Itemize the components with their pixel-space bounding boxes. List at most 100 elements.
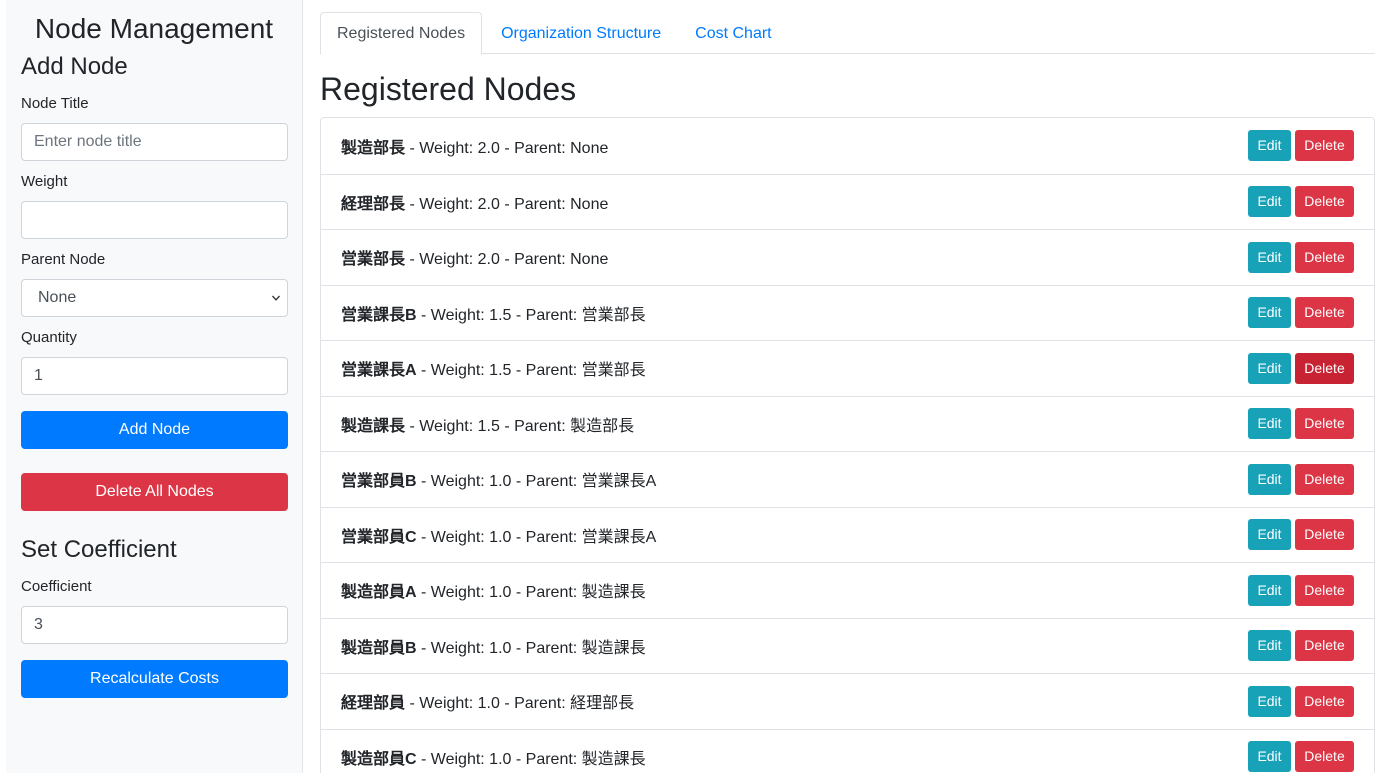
delete-button[interactable]: Delete bbox=[1295, 519, 1354, 551]
node-row: 営業課長B - Weight: 1.5 - Parent: 営業部長 Edit … bbox=[321, 284, 1374, 341]
node-row: 営業部長 - Weight: 2.0 - Parent: None Edit D… bbox=[321, 229, 1374, 285]
delete-button[interactable]: Delete bbox=[1295, 741, 1354, 773]
node-actions: Edit Delete bbox=[1248, 741, 1354, 773]
edit-button[interactable]: Edit bbox=[1248, 685, 1291, 717]
node-details: - Weight: 1.5 - Parent: 製造部長 bbox=[405, 417, 635, 435]
node-name: 営業課長A bbox=[341, 362, 417, 380]
add-node-heading: Add Node bbox=[21, 53, 128, 80]
node-row: 経理部員 - Weight: 1.0 - Parent: 経理部長 Edit D… bbox=[321, 673, 1374, 729]
quantity-label: Quantity bbox=[21, 329, 77, 346]
node-actions: Edit Delete bbox=[1248, 186, 1354, 218]
node-row: 営業課長A - Weight: 1.5 - Parent: 営業部長 Edit … bbox=[321, 340, 1374, 396]
node-text: 営業部員B - Weight: 1.0 - Parent: 営業課長A bbox=[341, 467, 656, 491]
edit-button[interactable]: Edit bbox=[1248, 741, 1291, 773]
node-name: 製造部員A bbox=[341, 584, 417, 602]
main-content: Registered Nodes Organization Structure … bbox=[320, 12, 1375, 773]
node-actions: Edit Delete bbox=[1248, 408, 1354, 440]
recalculate-costs-button[interactable]: Recalculate Costs bbox=[21, 660, 288, 698]
parent-node-label: Parent Node bbox=[21, 251, 106, 268]
node-actions: Edit Delete bbox=[1248, 241, 1354, 273]
weight-input[interactable] bbox=[21, 201, 288, 239]
set-coefficient-heading: Set Coefficient bbox=[21, 536, 177, 563]
node-row: 製造部長 - Weight: 2.0 - Parent: None Edit D… bbox=[321, 118, 1374, 174]
coefficient-label: Coefficient bbox=[21, 578, 92, 595]
sidebar: Node Management Add Node Node Title Weig… bbox=[6, 0, 303, 773]
tab-registered-nodes[interactable]: Registered Nodes bbox=[320, 12, 483, 55]
node-list: 製造部長 - Weight: 2.0 - Parent: None Edit D… bbox=[320, 117, 1375, 773]
node-details: - Weight: 1.0 - Parent: 製造課長 bbox=[416, 639, 646, 657]
node-text: 製造部員A - Weight: 1.0 - Parent: 製造課長 bbox=[341, 578, 646, 602]
delete-button[interactable]: Delete bbox=[1295, 630, 1354, 662]
node-text: 営業部員C - Weight: 1.0 - Parent: 営業課長A bbox=[341, 523, 656, 547]
node-text: 製造部員C - Weight: 1.0 - Parent: 製造課長 bbox=[341, 745, 646, 769]
delete-button[interactable]: Delete bbox=[1295, 352, 1354, 384]
node-name: 製造課長 bbox=[341, 417, 406, 435]
node-details: - Weight: 2.0 - Parent: None bbox=[405, 195, 609, 213]
delete-button[interactable]: Delete bbox=[1295, 130, 1354, 162]
node-row: 経理部長 - Weight: 2.0 - Parent: None Edit D… bbox=[321, 173, 1374, 230]
node-name: 営業部員C bbox=[341, 528, 417, 546]
node-title-input[interactable] bbox=[21, 123, 288, 161]
node-name: 経理部長 bbox=[341, 195, 406, 213]
node-details: - Weight: 2.0 - Parent: None bbox=[405, 139, 609, 157]
edit-button[interactable]: Edit bbox=[1248, 574, 1291, 606]
node-row: 営業部員C - Weight: 1.0 - Parent: 営業課長A Edit… bbox=[321, 506, 1374, 563]
node-details: - Weight: 2.0 - Parent: None bbox=[405, 251, 609, 269]
delete-button[interactable]: Delete bbox=[1295, 408, 1354, 440]
node-actions: Edit Delete bbox=[1248, 352, 1354, 384]
parent-node-select[interactable]: None bbox=[21, 279, 288, 317]
node-text: 製造部長 - Weight: 2.0 - Parent: None bbox=[341, 134, 608, 158]
chevron-down-icon bbox=[271, 295, 281, 301]
node-text: 営業課長A - Weight: 1.5 - Parent: 営業部長 bbox=[341, 356, 646, 380]
node-text: 製造課長 - Weight: 1.5 - Parent: 製造部長 bbox=[341, 412, 634, 436]
delete-button[interactable]: Delete bbox=[1295, 186, 1354, 218]
delete-button[interactable]: Delete bbox=[1295, 685, 1354, 717]
edit-button[interactable]: Edit bbox=[1248, 186, 1291, 218]
edit-button[interactable]: Edit bbox=[1248, 130, 1291, 162]
edit-button[interactable]: Edit bbox=[1248, 630, 1291, 662]
delete-button[interactable]: Delete bbox=[1295, 241, 1354, 273]
node-name: 製造部員C bbox=[341, 750, 417, 768]
node-text: 経理部長 - Weight: 2.0 - Parent: None bbox=[341, 190, 608, 214]
delete-button[interactable]: Delete bbox=[1295, 463, 1354, 495]
node-name: 製造部員B bbox=[341, 639, 417, 657]
weight-label: Weight bbox=[21, 173, 68, 190]
node-row: 製造部員B - Weight: 1.0 - Parent: 製造課長 Edit … bbox=[321, 617, 1374, 674]
node-details: - Weight: 1.0 - Parent: 営業課長A bbox=[416, 528, 657, 546]
coefficient-input[interactable] bbox=[21, 606, 288, 644]
node-actions: Edit Delete bbox=[1248, 130, 1354, 162]
node-actions: Edit Delete bbox=[1248, 574, 1354, 606]
parent-node-selected: None bbox=[38, 289, 77, 306]
delete-button[interactable]: Delete bbox=[1295, 297, 1354, 329]
node-text: 営業部長 - Weight: 2.0 - Parent: None bbox=[341, 245, 608, 269]
node-row: 製造課長 - Weight: 1.5 - Parent: 製造部長 Edit D… bbox=[321, 395, 1374, 452]
node-name: 営業部長 bbox=[341, 251, 406, 269]
delete-all-nodes-button[interactable]: Delete All Nodes bbox=[21, 473, 288, 511]
node-details: - Weight: 1.5 - Parent: 営業部長 bbox=[416, 306, 646, 324]
quantity-input[interactable] bbox=[21, 357, 288, 395]
node-text: 営業課長B - Weight: 1.5 - Parent: 営業部長 bbox=[341, 301, 646, 325]
node-details: - Weight: 1.0 - Parent: 経理部長 bbox=[405, 695, 635, 713]
edit-button[interactable]: Edit bbox=[1248, 352, 1291, 384]
tab-cost-chart[interactable]: Cost Chart bbox=[678, 12, 788, 54]
add-node-button[interactable]: Add Node bbox=[21, 411, 288, 449]
edit-button[interactable]: Edit bbox=[1248, 463, 1291, 495]
tab-organization-structure[interactable]: Organization Structure bbox=[484, 12, 678, 54]
node-text: 製造部員B - Weight: 1.0 - Parent: 製造課長 bbox=[341, 634, 646, 658]
node-name: 営業部員B bbox=[341, 473, 417, 491]
edit-button[interactable]: Edit bbox=[1248, 297, 1291, 329]
node-name: 経理部員 bbox=[341, 695, 406, 713]
node-details: - Weight: 1.5 - Parent: 営業部長 bbox=[416, 362, 646, 380]
node-row: 製造部員A - Weight: 1.0 - Parent: 製造課長 Edit … bbox=[321, 562, 1374, 618]
node-actions: Edit Delete bbox=[1248, 630, 1354, 662]
tab-bar: Registered Nodes Organization Structure … bbox=[320, 12, 1375, 55]
edit-button[interactable]: Edit bbox=[1248, 241, 1291, 273]
delete-button[interactable]: Delete bbox=[1295, 574, 1354, 606]
node-name: 製造部長 bbox=[341, 139, 406, 157]
page-title: Registered Nodes bbox=[320, 71, 577, 107]
edit-button[interactable]: Edit bbox=[1248, 408, 1291, 440]
node-actions: Edit Delete bbox=[1248, 297, 1354, 329]
node-details: - Weight: 1.0 - Parent: 製造課長 bbox=[416, 584, 646, 602]
edit-button[interactable]: Edit bbox=[1248, 519, 1291, 551]
node-title-label: Node Title bbox=[21, 95, 89, 112]
